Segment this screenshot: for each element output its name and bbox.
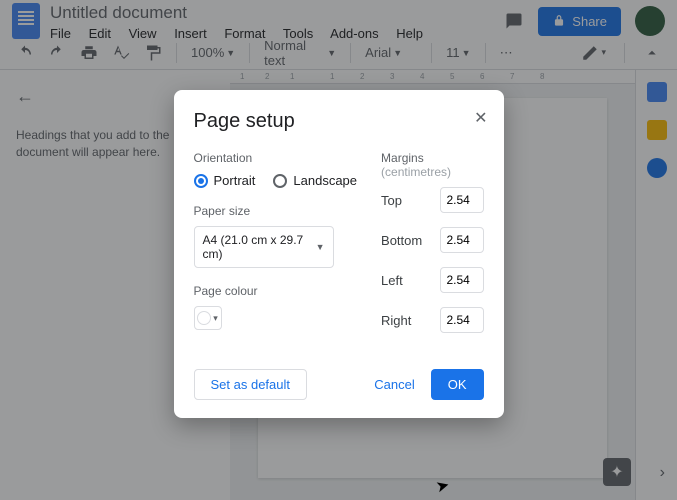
margin-bottom-input[interactable] (440, 227, 484, 253)
margin-top-label: Top (381, 193, 402, 208)
page-setup-dialog: Page setup ✕ Orientation Portrait Landsc… (174, 90, 504, 418)
dialog-right-column: Margins (centimetres) Top Bottom Left Ri… (381, 151, 483, 347)
paper-size-label: Paper size (194, 204, 358, 218)
paper-size-value: A4 (21.0 cm x 29.7 cm) (203, 233, 316, 261)
radio-dot-icon (273, 174, 287, 188)
margin-right-input[interactable] (440, 307, 484, 333)
margin-bottom-label: Bottom (381, 233, 422, 248)
radio-dot-icon (194, 174, 208, 188)
chevron-down-icon: ▾ (213, 313, 218, 324)
radio-label: Portrait (214, 173, 256, 188)
page-colour-label: Page colour (194, 284, 358, 298)
ok-button[interactable]: OK (431, 369, 484, 400)
set-default-button[interactable]: Set as default (194, 369, 308, 400)
margin-left-input[interactable] (440, 267, 484, 293)
modal-overlay: Page setup ✕ Orientation Portrait Landsc… (0, 0, 677, 500)
cancel-button[interactable]: Cancel (358, 370, 430, 399)
margin-right-label: Right (381, 313, 411, 328)
chevron-down-icon: ▼ (316, 242, 325, 252)
close-icon[interactable]: ✕ (474, 108, 487, 128)
radio-label: Landscape (293, 173, 357, 188)
margin-left-label: Left (381, 273, 403, 288)
dialog-title: Page setup (194, 110, 484, 133)
margins-label: Margins (centimetres) (381, 151, 483, 179)
colour-swatch-icon (197, 311, 211, 325)
orientation-portrait-radio[interactable]: Portrait (194, 173, 256, 188)
orientation-landscape-radio[interactable]: Landscape (273, 173, 357, 188)
dialog-left-column: Orientation Portrait Landscape Paper siz… (194, 151, 358, 347)
paper-size-dropdown[interactable]: A4 (21.0 cm x 29.7 cm)▼ (194, 226, 334, 268)
page-colour-picker[interactable]: ▾ (194, 306, 222, 330)
margin-top-input[interactable] (440, 187, 484, 213)
orientation-label: Orientation (194, 151, 358, 165)
